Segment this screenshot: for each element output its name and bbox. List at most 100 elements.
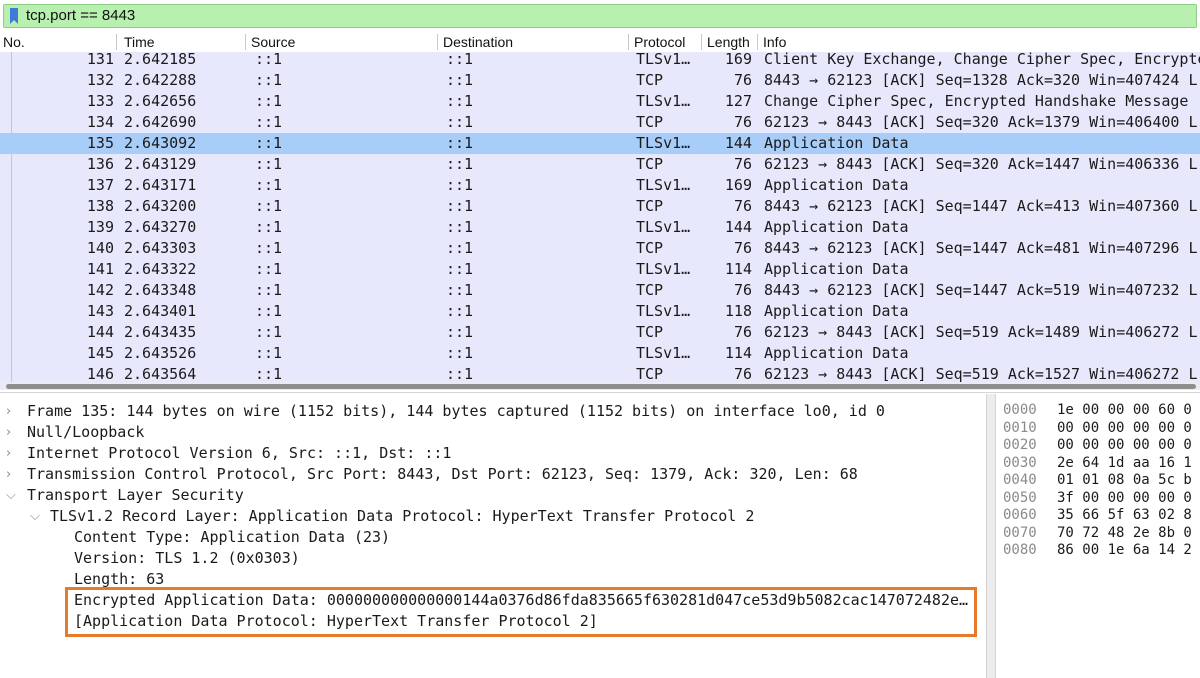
hex-bytes[interactable]: 01 01 08 0a 5c b [1057,471,1192,489]
packet-row[interactable]: 141 2.643322::1::1 TLSv1… 114 Application Da… [0,259,1200,280]
pane-divider[interactable] [0,392,1200,393]
packet-source: ::1 [255,134,283,152]
chevron-right-icon[interactable]: › [6,422,11,443]
scrollbar-thumb[interactable] [6,384,1196,389]
packet-bytes-pane[interactable]: 0000 1e 00 00 00 60 0 0010 00 00 00 00 00 0… [996,398,1200,678]
packet-time: 2.643564 [124,365,197,382]
packet-info: Application Data [764,134,909,152]
packet-list-gutter [11,52,12,385]
packet-list[interactable]: 131 2.642185::1::1 TLSv1… 169 Client Key Exc… [0,52,1200,382]
packet-length: 114 [724,344,752,362]
bookmark-icon[interactable] [9,8,19,24]
packet-protocol: TLSv1… [636,218,691,236]
detail-tree-item[interactable]: TLSv1.2 Record Layer: Application Data P… [50,506,754,527]
hex-bytes[interactable]: 1e 00 00 00 60 0 [1057,401,1192,419]
packet-length: 169 [724,52,752,68]
hex-bytes[interactable]: 00 00 00 00 00 0 [1057,436,1192,454]
hex-bytes[interactable]: 2e 64 1d aa 16 1 [1057,454,1192,472]
packet-time: 2.643200 [124,197,197,215]
column-header-protocol[interactable]: Protocol [634,33,685,51]
detail-tree-item[interactable]: Transmission Control Protocol, Src Port:… [27,464,858,485]
packet-row[interactable]: 144 2.643435::1::1 TCP 76 62123 → 8443 [ACK]… [0,322,1200,343]
packet-row[interactable]: 136 2.643129::1::1 TCP 76 62123 → 8443 [ACK]… [0,154,1200,175]
packet-time: 2.643129 [124,155,197,173]
packet-length: 114 [724,260,752,278]
packet-row[interactable]: 142 2.643348::1::1 TCP 76 8443 → 62123 [ACK]… [0,280,1200,301]
packet-destination: ::1 [446,281,474,299]
hex-bytes[interactable]: 86 00 1e 6a 14 2 [1057,541,1192,559]
column-divider [701,34,702,50]
packet-info: 8443 → 62123 [ACK] Seq=1447 Ack=413 Win=… [764,197,1198,215]
column-divider [116,34,117,50]
packet-protocol: TCP [636,113,664,131]
packet-info: Application Data [764,344,909,362]
packet-row[interactable]: 140 2.643303::1::1 TCP 76 8443 → 62123 [ACK]… [0,238,1200,259]
column-header-source[interactable]: Source [251,33,295,51]
packet-length: 76 [733,197,752,215]
chevron-right-icon[interactable]: › [6,401,11,422]
detail-tree-item[interactable]: Frame 135: 144 bytes on wire (1152 bits)… [27,401,885,422]
packet-source: ::1 [255,113,283,131]
packet-number: 133 [86,92,114,110]
packet-destination: ::1 [446,302,474,320]
chevron-right-icon[interactable]: › [6,443,11,464]
packet-destination: ::1 [446,52,474,68]
packet-destination: ::1 [446,92,474,110]
packet-protocol: TLSv1… [636,260,691,278]
packet-length: 144 [724,218,752,236]
chevron-right-icon[interactable]: › [6,464,11,485]
column-divider [245,34,246,50]
column-header-length[interactable]: Length [707,33,755,51]
highlight-box [65,587,977,637]
display-filter-input[interactable] [26,5,1186,27]
packet-length: 169 [724,176,752,194]
packet-row[interactable]: 132 2.642288::1::1 TCP 76 8443 → 62123 [ACK]… [0,70,1200,91]
packet-number: 135 [86,134,114,152]
packet-number: 132 [86,71,114,89]
hex-bytes[interactable]: 70 72 48 2e 8b 0 [1057,524,1192,542]
hex-bytes[interactable]: 00 00 00 00 00 0 [1057,419,1192,437]
column-header-time[interactable]: Time [124,33,155,51]
packet-number: 137 [86,176,114,194]
packet-list-horizontal-scrollbar[interactable] [0,382,1200,390]
details-bytes-splitter[interactable] [986,394,996,678]
detail-tree-item[interactable]: Transport Layer Security [27,485,244,506]
packet-time: 2.642656 [124,92,197,110]
packet-row[interactable]: 145 2.643526::1::1 TLSv1… 114 Application Da… [0,343,1200,364]
column-header-info[interactable]: Info [763,33,786,51]
packet-row[interactable]: 131 2.642185::1::1 TLSv1… 169 Client Key Exc… [0,52,1200,70]
hex-bytes[interactable]: 3f 00 00 00 00 0 [1057,489,1192,507]
hex-bytes[interactable]: 35 66 5f 63 02 8 [1057,506,1192,524]
detail-tree-item[interactable]: Null/Loopback [27,422,144,443]
packet-protocol: TLSv1… [636,92,691,110]
packet-row-selected[interactable]: 135 2.643092::1::1 TLSv1… 144 Application Da… [0,133,1200,154]
column-header-no[interactable]: No. [3,33,25,51]
packet-row[interactable]: 146 2.643564::1::1 TCP 76 62123 → 8443 [ACK]… [0,364,1200,382]
packet-row[interactable]: 143 2.643401::1::1 TLSv1… 118 Application Da… [0,301,1200,322]
packet-time: 2.643435 [124,323,197,341]
hex-offset: 0040 [1003,472,1037,488]
packet-length: 76 [733,323,752,341]
packet-row[interactable]: 134 2.642690::1::1 TCP 76 62123 → 8443 [ACK]… [0,112,1200,133]
packet-info: 62123 → 8443 [ACK] Seq=320 Ack=1379 Win=… [764,113,1198,131]
chevron-down-icon[interactable]: ⌵ [30,506,40,527]
packet-row[interactable]: 137 2.643171::1::1 TLSv1… 169 Application Da… [0,175,1200,196]
packet-number: 146 [86,365,114,382]
packet-row[interactable]: 139 2.643270::1::1 TLSv1… 144 Application Da… [0,217,1200,238]
detail-tree-item[interactable]: Version: TLS 1.2 (0x0303) [74,548,300,569]
hex-offset: 0050 [1003,489,1037,506]
packet-length: 76 [733,365,752,382]
chevron-down-icon[interactable]: ⌵ [6,485,16,506]
packet-source: ::1 [255,323,283,341]
packet-protocol: TCP [636,281,664,299]
packet-row[interactable]: 133 2.642656::1::1 TLSv1… 127 Change Cipher … [0,91,1200,112]
column-header-destination[interactable]: Destination [443,33,513,51]
display-filter-bar [0,0,1200,31]
display-filter-box [3,4,1197,28]
column-divider [437,34,438,50]
packet-protocol: TLSv1… [636,344,691,362]
packet-row[interactable]: 138 2.643200::1::1 TCP 76 8443 → 62123 [ACK]… [0,196,1200,217]
detail-tree-item[interactable]: Internet Protocol Version 6, Src: ::1, D… [27,443,451,464]
detail-tree-item[interactable]: Content Type: Application Data (23) [74,527,390,548]
packet-protocol: TCP [636,323,664,341]
